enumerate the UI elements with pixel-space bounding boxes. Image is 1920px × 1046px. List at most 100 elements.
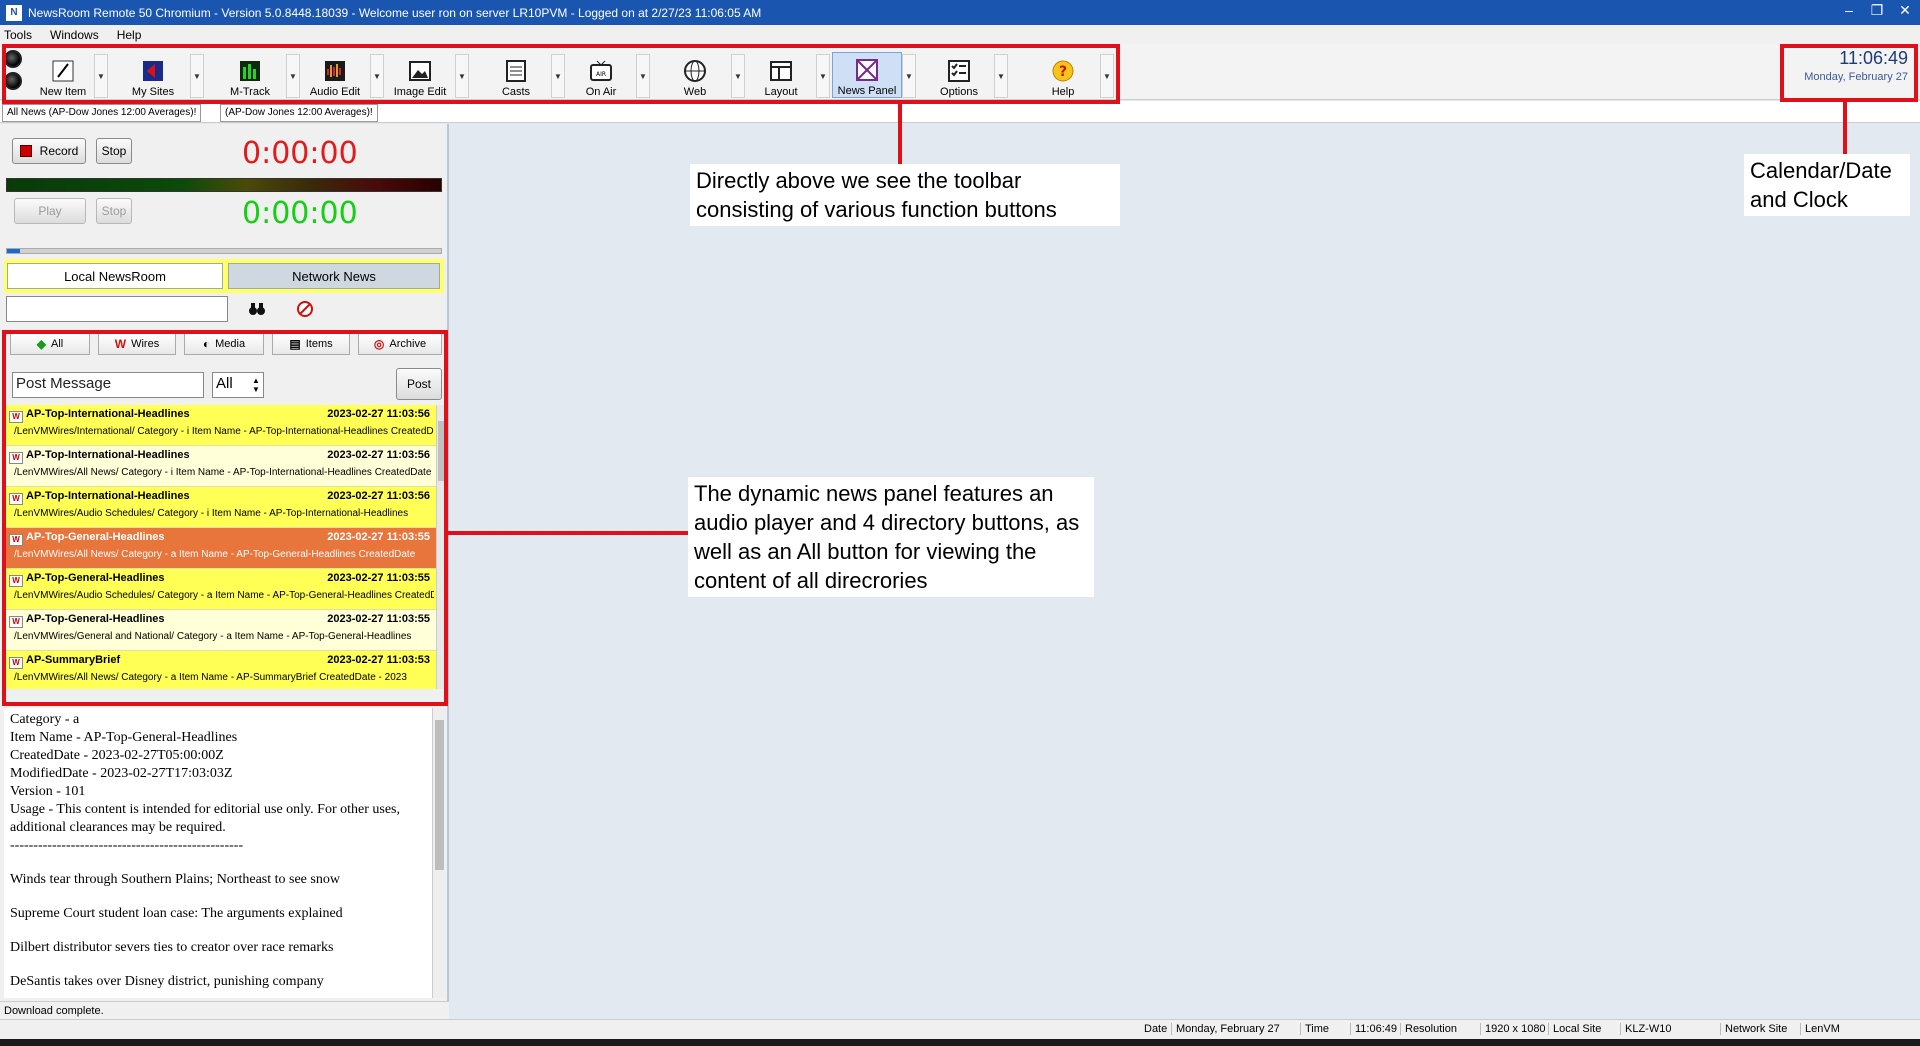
clock-date: Monday, February 27 <box>1804 71 1908 83</box>
audio-edit-button[interactable]: Audio Edit <box>300 52 370 98</box>
spinner-icon: ▲ ▼ <box>252 376 260 394</box>
audio-edit-dropdown[interactable]: ▼ <box>370 54 384 98</box>
play-button[interactable]: Play <box>14 198 86 224</box>
panel-annotation: The dynamic news panel features an audio… <box>688 477 1094 597</box>
search-input[interactable] <box>6 296 228 322</box>
list-item[interactable]: W AP-Top-General-Headlines 2023-02-27 11:0… <box>6 528 436 569</box>
item-date: 2023-02-27 11:03:53 <box>327 654 430 666</box>
on-air-button[interactable]: AIR On Air <box>566 52 636 98</box>
audio-edit-icon <box>322 58 348 84</box>
menu-bar: Tools Windows Help <box>0 25 1920 44</box>
clock-time: 11:06:49 <box>1839 48 1908 68</box>
tab-dow-jones[interactable]: (AP-Dow Jones 12:00 Averages)! <box>220 104 378 122</box>
filter-media-button[interactable]: ◐ Media <box>184 333 264 355</box>
new-item-button[interactable]: New Item <box>28 52 98 98</box>
new-item-dropdown[interactable]: ▼ <box>94 54 108 98</box>
network-news-button[interactable]: Network News <box>228 263 440 289</box>
help-button[interactable]: ? Help <box>1028 52 1098 98</box>
casts-dropdown[interactable]: ▼ <box>551 54 565 98</box>
svg-text:?: ? <box>1059 64 1067 80</box>
play-progress[interactable] <box>6 248 442 254</box>
archive-icon: ◎ <box>373 337 385 351</box>
web-dropdown[interactable]: ▼ <box>731 54 745 98</box>
on-air-dropdown[interactable]: ▼ <box>636 54 650 98</box>
item-path: /LenVMWires/General and National/ Catego… <box>14 631 412 642</box>
status-bar: Date Monday, February 27 Time 11:06:49 R… <box>0 1019 1920 1039</box>
status-light-icon <box>4 50 22 68</box>
play-timer: 0:00:00 <box>242 196 358 231</box>
list-item[interactable]: W AP-Top-International-Headlines 2023-02-2… <box>6 446 436 487</box>
layout-button[interactable]: Layout <box>746 52 816 98</box>
scroll-thumb[interactable] <box>435 720 444 870</box>
item-title: AP-Top-General-Headlines <box>26 613 165 625</box>
close-icon[interactable]: ✕ <box>1896 2 1914 19</box>
news-list-scrollbar[interactable] <box>436 405 446 689</box>
item-path: /LenVMWires/All News/ Category - a Item … <box>14 549 416 560</box>
clear-search-icon[interactable] <box>292 298 318 320</box>
casts-icon <box>503 58 529 84</box>
mtrack-icon <box>237 58 263 84</box>
document-tabs: All News (AP-Dow Jones 12:00 Averages)! … <box>0 101 1920 123</box>
m-track-button[interactable]: M-Track <box>215 52 285 98</box>
casts-button[interactable]: Casts <box>481 52 551 98</box>
wire-story-icon: W <box>9 493 23 505</box>
post-message-input[interactable]: Post Message <box>12 372 204 398</box>
title-bar: N NewsRoom Remote 50 Chromium - Version … <box>0 0 1920 25</box>
detail-scrollbar[interactable] <box>432 708 446 998</box>
app-icon: N <box>6 4 22 21</box>
binoculars-icon[interactable] <box>244 298 270 320</box>
list-item[interactable]: W AP-Top-International-Headlines 2023-02-2… <box>6 487 436 528</box>
toolbar-callout-line <box>898 104 902 166</box>
play-stop-button[interactable]: Stop <box>96 198 132 224</box>
tab-all-news[interactable]: All News (AP-Dow Jones 12:00 Averages)! <box>2 104 202 122</box>
status-network-site-value: LenVM <box>1800 1023 1840 1035</box>
record-button[interactable]: Record <box>12 138 86 164</box>
help-icon: ? <box>1050 58 1076 84</box>
post-button[interactable]: Post <box>396 368 442 400</box>
filter-archive-button[interactable]: ◎ Archive <box>358 333 442 355</box>
menu-help[interactable]: Help <box>117 28 142 42</box>
options-button[interactable]: Options <box>924 52 994 98</box>
item-title: AP-Top-General-Headlines <box>26 531 165 543</box>
detail-line: ModifiedDate - 2023-02-27T17:03:03Z <box>10 766 233 781</box>
pencil-icon <box>50 58 76 84</box>
web-button[interactable]: Web <box>660 52 730 98</box>
minimize-icon[interactable]: – <box>1840 2 1858 19</box>
item-path: /LenVMWires/International/ Category - i … <box>14 426 434 437</box>
image-edit-dropdown[interactable]: ▼ <box>455 54 469 98</box>
window-controls: – ❐ ✕ <box>1840 2 1914 19</box>
scroll-thumb[interactable] <box>438 421 445 481</box>
play-progress-fill <box>7 249 21 253</box>
scope-selector: Local NewsRoom Network News <box>4 259 444 293</box>
news-panel-dropdown[interactable]: ▼ <box>902 54 916 98</box>
filter-all-button[interactable]: ◆ All <box>10 333 90 355</box>
item-path: /LenVMWires/All News/ Category - i Item … <box>14 467 432 478</box>
local-newsroom-button[interactable]: Local NewsRoom <box>7 263 223 289</box>
help-dropdown[interactable]: ▼ <box>1100 54 1114 98</box>
list-item[interactable]: W AP-Top-General-Headlines 2023-02-27 11:0… <box>6 569 436 610</box>
news-panel-button[interactable]: News Panel <box>832 52 902 98</box>
list-item[interactable]: W AP-Top-General-Headlines 2023-02-27 11:0… <box>6 610 436 651</box>
layout-dropdown[interactable]: ▼ <box>816 54 830 98</box>
detail-line: ----------------------------------------… <box>10 838 244 853</box>
image-edit-button[interactable]: Image Edit <box>385 52 455 98</box>
menu-windows[interactable]: Windows <box>50 28 99 42</box>
my-sites-dropdown[interactable]: ▼ <box>190 54 204 98</box>
menu-tools[interactable]: Tools <box>4 28 32 42</box>
filter-items-button[interactable]: ▤ Items <box>272 333 350 355</box>
level-meter <box>6 178 442 192</box>
my-sites-button[interactable]: My Sites <box>118 52 188 98</box>
m-track-dropdown[interactable]: ▼ <box>286 54 300 98</box>
clock-annotation: Calendar/Date and Clock <box>1744 154 1910 216</box>
record-stop-button[interactable]: Stop <box>96 138 132 164</box>
item-title: AP-Top-International-Headlines <box>26 490 190 502</box>
options-dropdown[interactable]: ▼ <box>994 54 1008 98</box>
clock-callout-line <box>1843 102 1847 156</box>
list-item[interactable]: W AP-Top-International-Headlines 2023-02-2… <box>6 405 436 446</box>
restore-icon[interactable]: ❐ <box>1868 2 1886 19</box>
post-scope-select[interactable]: All ▲ ▼ <box>212 372 264 398</box>
svg-text:AIR: AIR <box>596 71 606 78</box>
filter-wires-button[interactable]: W Wires <box>98 333 176 355</box>
list-item[interactable]: W AP-SummaryBrief 2023-02-27 11:03:53/LenV… <box>6 651 436 689</box>
sites-icon <box>140 58 166 84</box>
